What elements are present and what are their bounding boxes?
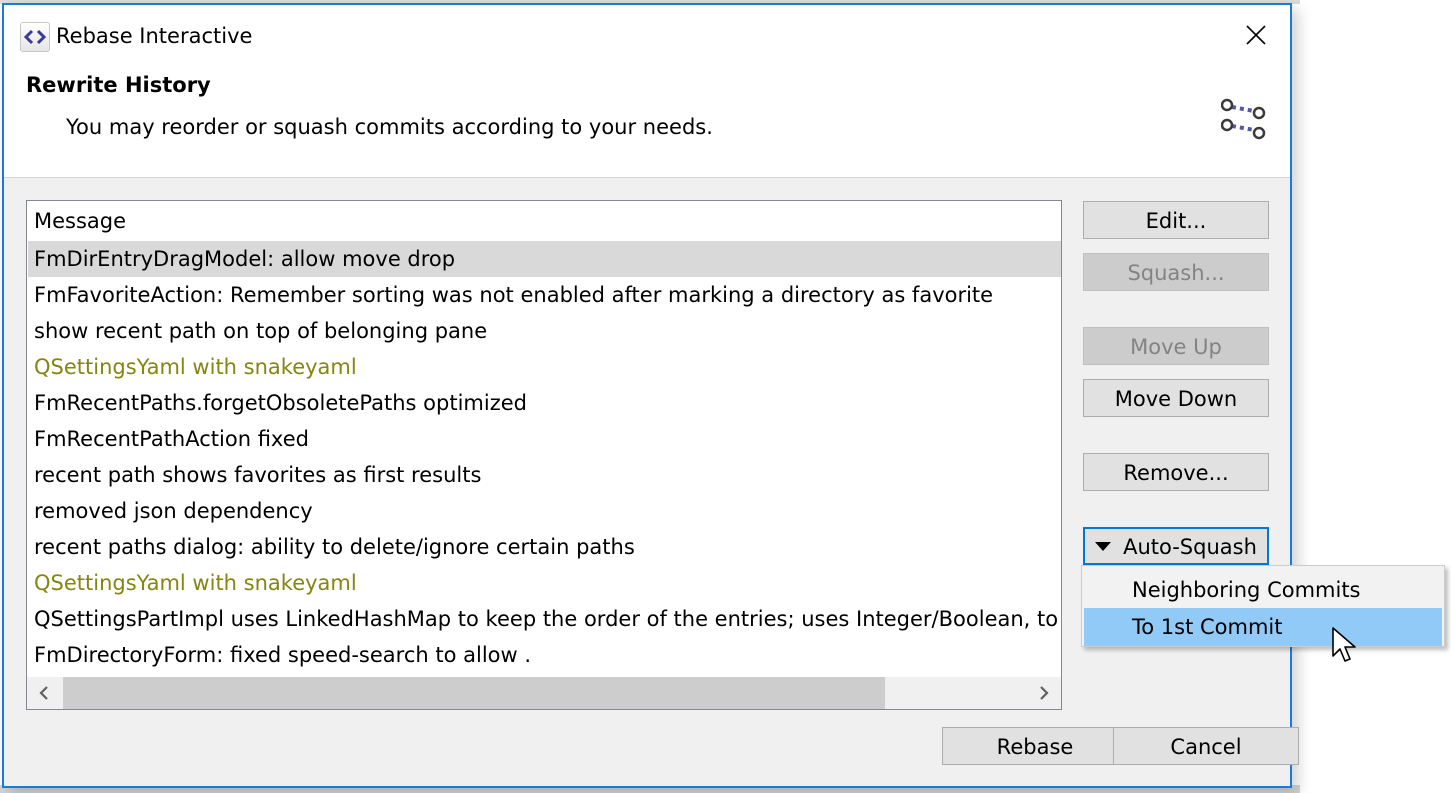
- rebase-button[interactable]: Rebase: [942, 727, 1128, 765]
- commit-row[interactable]: show recent path on top of belonging pan…: [28, 313, 1061, 349]
- mouse-pointer-icon: [1332, 627, 1356, 662]
- chevron-right-icon: [1040, 686, 1049, 700]
- code-brackets-icon: [20, 22, 50, 52]
- auto-squash-menu: Neighboring Commits To 1st Commit: [1081, 565, 1445, 647]
- commit-row[interactable]: FmRecentPathAction fixed: [28, 421, 1061, 457]
- rebase-interactive-dialog: Rebase Interactive Rewrite History You m…: [2, 3, 1299, 788]
- commit-row[interactable]: FmDirectoryForm: fixed speed-search to a…: [28, 637, 1061, 673]
- dropdown-arrow-icon: [1095, 541, 1112, 551]
- dialog-header: Rebase Interactive Rewrite History You m…: [4, 5, 1290, 178]
- auto-squash-button[interactable]: Auto-Squash: [1083, 527, 1269, 565]
- column-header-message[interactable]: Message: [27, 201, 1061, 241]
- commit-row[interactable]: recent path shows favorites as first res…: [28, 457, 1061, 493]
- scroll-left-button[interactable]: [27, 677, 61, 709]
- horizontal-scrollbar[interactable]: [27, 677, 1061, 709]
- commit-row[interactable]: QSettingsPartImpl uses LinkedHashMap to …: [28, 601, 1061, 637]
- auto-squash-label: Auto-Squash: [1123, 535, 1257, 559]
- chevron-left-icon: [39, 686, 48, 700]
- commit-rows: FmDirEntryDragModel: allow move drop FmFa…: [28, 241, 1061, 673]
- remove-button[interactable]: Remove...: [1083, 453, 1269, 491]
- close-icon: [1246, 25, 1266, 45]
- commit-row[interactable]: removed json dependency: [28, 493, 1061, 529]
- page-title: Rewrite History: [26, 73, 211, 97]
- scrollbar-thumb[interactable]: [63, 677, 885, 709]
- commit-row[interactable]: FmDirEntryDragModel: allow move drop: [28, 241, 1061, 277]
- page-description: You may reorder or squash commits accord…: [66, 115, 713, 139]
- cancel-button[interactable]: Cancel: [1113, 727, 1299, 765]
- git-rebase-graph-icon: [1221, 98, 1266, 145]
- menu-item-neighboring-commits[interactable]: Neighboring Commits: [1084, 571, 1442, 609]
- commit-list[interactable]: Message FmDirEntryDragModel: allow move …: [26, 200, 1062, 710]
- window-title: Rebase Interactive: [56, 24, 253, 48]
- scroll-right-button[interactable]: [1027, 677, 1061, 709]
- close-button[interactable]: [1236, 17, 1276, 53]
- commit-row[interactable]: FmFavoriteAction: Remember sorting was n…: [28, 277, 1061, 313]
- commit-row[interactable]: FmRecentPaths.forgetObsoletePaths optimi…: [28, 385, 1061, 421]
- move-down-button[interactable]: Move Down: [1083, 379, 1269, 417]
- squash-button[interactable]: Squash...: [1083, 253, 1269, 291]
- commit-row[interactable]: QSettingsYaml with snakeyaml: [28, 349, 1061, 385]
- move-up-button[interactable]: Move Up: [1083, 327, 1269, 365]
- menu-item-to-1st-commit[interactable]: To 1st Commit: [1084, 608, 1442, 646]
- commit-row[interactable]: QSettingsYaml with snakeyaml: [28, 565, 1061, 601]
- edit-button[interactable]: Edit...: [1083, 201, 1269, 239]
- commit-row[interactable]: recent paths dialog: ability to delete/i…: [28, 529, 1061, 565]
